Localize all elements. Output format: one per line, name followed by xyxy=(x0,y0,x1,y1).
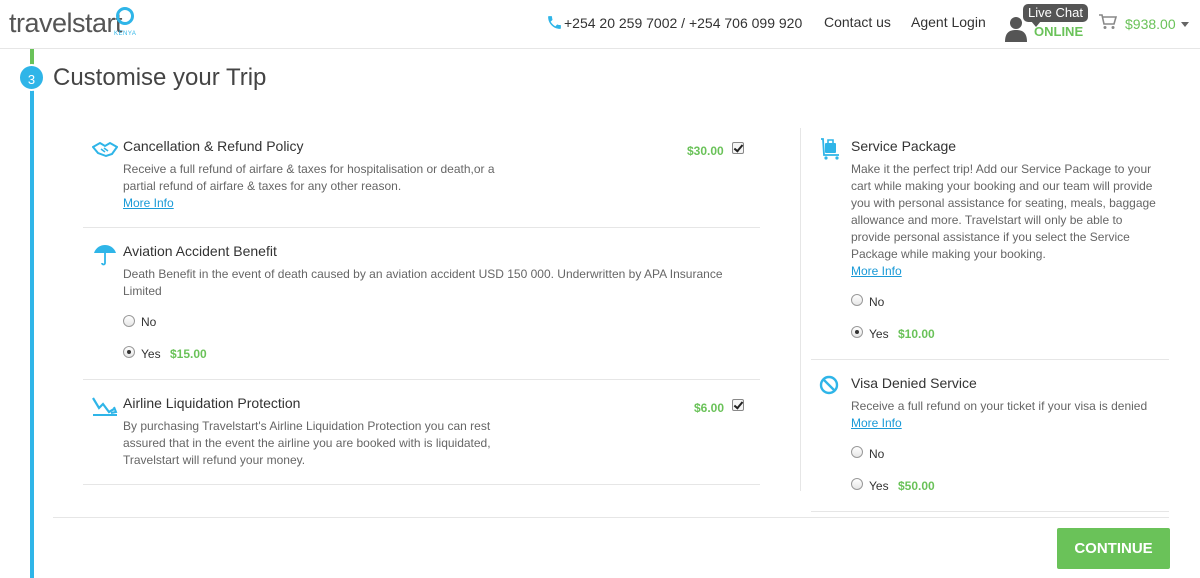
service-yes-label: Yes xyxy=(869,327,889,341)
liquidation-desc-line2: assured that in the event the airline yo… xyxy=(123,436,491,450)
aviation-desc-line1: Death Benefit in the event of death caus… xyxy=(123,267,723,281)
visa-no-radio[interactable] xyxy=(851,446,863,458)
phone-text: +254 20 259 7002 / +254 706 099 920 xyxy=(564,14,803,31)
cancellation-more-info-link[interactable]: More Info xyxy=(123,196,174,210)
service-desc-line3: you with personal assistance for seating… xyxy=(851,196,1156,210)
divider xyxy=(83,227,760,228)
logo[interactable]: travelstart xyxy=(9,8,123,39)
phone-numbers: +254 20 259 7002 / +254 706 099 920 xyxy=(546,14,802,31)
step-progress-line-current xyxy=(30,86,34,578)
liquidation-checkbox[interactable] xyxy=(732,399,744,411)
umbrella-icon xyxy=(94,245,116,266)
aviation-yes-radio[interactable] xyxy=(123,346,135,358)
chart-down-icon xyxy=(92,397,118,416)
visa-more-info-link[interactable]: More Info xyxy=(851,416,902,430)
service-yes-price: $10.00 xyxy=(898,327,935,341)
phone-icon xyxy=(548,16,561,29)
cancellation-title: Cancellation & Refund Policy xyxy=(123,138,304,154)
live-chat-button[interactable]: Live Chat xyxy=(1023,4,1088,27)
chevron-down-icon[interactable] xyxy=(1181,22,1189,27)
cancellation-desc-line2: partial refund of airfare & taxes for an… xyxy=(123,179,402,193)
aviation-yes-price: $15.00 xyxy=(170,347,207,361)
visa-yes-label: Yes xyxy=(869,479,889,493)
cancellation-price: $30.00 xyxy=(687,144,724,158)
aviation-yes-label: Yes xyxy=(141,347,161,361)
handshake-icon xyxy=(92,141,118,158)
column-divider xyxy=(800,128,801,491)
service-more-info-link[interactable]: More Info xyxy=(851,264,902,278)
visa-yes-price: $50.00 xyxy=(898,479,935,493)
contact-us-link[interactable]: Contact us xyxy=(824,14,891,30)
continue-button[interactable]: CONTINUE xyxy=(1057,528,1170,569)
visa-yes-radio[interactable] xyxy=(851,478,863,490)
service-desc-line2: cart while making your booking and our t… xyxy=(851,179,1153,193)
header: travelstart KENYA +254 20 259 7002 / +25… xyxy=(0,0,1200,49)
no-entry-icon xyxy=(819,375,839,395)
logo-country: KENYA xyxy=(114,31,137,37)
service-no-label: No xyxy=(869,295,885,309)
step-number: 3 xyxy=(18,64,45,91)
cart-amount[interactable]: $938.00 xyxy=(1125,16,1176,32)
liquidation-desc-line1: By purchasing Travelstart's Airline Liqu… xyxy=(123,419,491,433)
divider xyxy=(811,511,1169,512)
service-title: Service Package xyxy=(851,138,957,154)
footer-divider xyxy=(53,517,1169,518)
liquidation-price: $6.00 xyxy=(694,401,725,415)
luggage-cart-icon xyxy=(821,138,839,160)
aviation-no-label: No xyxy=(141,315,157,329)
service-yes-radio[interactable] xyxy=(851,326,863,338)
page-title: Customise your Trip xyxy=(53,64,267,91)
logo-text: travelstart xyxy=(9,8,123,38)
aviation-title: Aviation Accident Benefit xyxy=(123,243,277,259)
live-chat-status: ONLINE xyxy=(1034,24,1084,39)
cancellation-checkbox[interactable] xyxy=(732,142,744,154)
aviation-desc-line2: Limited xyxy=(123,284,162,298)
service-desc-line5: provide personal assistance if you selec… xyxy=(851,230,1130,244)
liquidation-title: Airline Liquidation Protection xyxy=(123,395,301,411)
cart-icon[interactable] xyxy=(1099,14,1117,30)
liquidation-desc-line3: Travelstart will refund your money. xyxy=(123,453,306,467)
service-desc-line1: Make it the perfect trip! Add our Servic… xyxy=(851,162,1152,176)
service-desc-line6: Package while making your booking. xyxy=(851,247,1046,261)
service-desc-line4: allowance and more. Travelstart will onl… xyxy=(851,213,1123,227)
divider xyxy=(83,484,760,485)
divider xyxy=(83,379,760,380)
visa-title: Visa Denied Service xyxy=(851,375,977,391)
logo-ring-icon xyxy=(116,7,134,25)
aviation-no-radio[interactable] xyxy=(123,315,135,327)
visa-desc: Receive a full refund on your ticket if … xyxy=(851,399,1148,413)
agent-login-link[interactable]: Agent Login xyxy=(911,14,986,30)
service-no-radio[interactable] xyxy=(851,294,863,306)
divider xyxy=(811,359,1169,360)
visa-no-label: No xyxy=(869,447,885,461)
cancellation-desc-line1: Receive a full refund of airfare & taxes… xyxy=(123,162,495,176)
